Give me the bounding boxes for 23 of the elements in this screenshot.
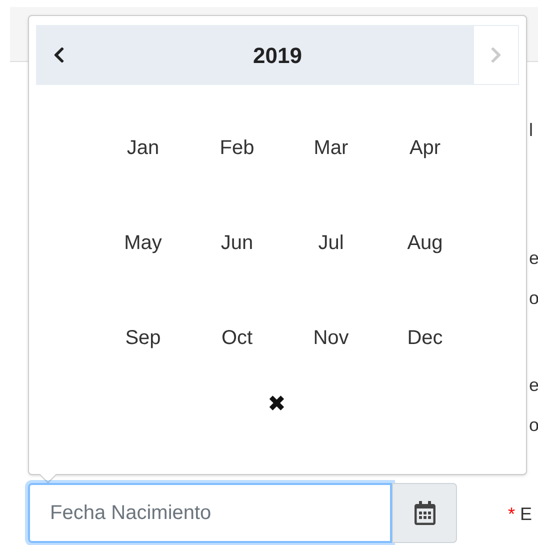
month-cell[interactable]: Jan <box>96 100 190 195</box>
month-cell[interactable]: Jul <box>284 195 378 290</box>
month-cell[interactable]: Mar <box>284 100 378 195</box>
page-text: e <box>529 247 538 270</box>
month-cell[interactable]: Oct <box>190 290 284 385</box>
page-text: e <box>529 374 538 397</box>
month-cell[interactable]: Nov <box>284 290 378 385</box>
month-cell[interactable]: Jun <box>190 195 284 290</box>
date-field[interactable]: Fecha Nacimiento <box>28 483 392 543</box>
month-cell[interactable]: Apr <box>378 100 472 195</box>
month-cell[interactable]: May <box>96 195 190 290</box>
page-text: o <box>529 414 538 437</box>
field-label: E <box>520 503 532 526</box>
page-text: o <box>529 287 538 310</box>
month-cell[interactable]: Feb <box>190 100 284 195</box>
required-mark: * <box>508 503 516 526</box>
calendar-button[interactable] <box>392 483 457 543</box>
month-cell[interactable]: Dec <box>378 290 472 385</box>
page-text: l <box>529 119 533 142</box>
month-cell[interactable]: Aug <box>378 195 472 290</box>
calendar-icon <box>414 501 436 525</box>
month-cell[interactable]: Sep <box>96 290 190 385</box>
clear-button[interactable]: ✖ <box>260 389 294 419</box>
